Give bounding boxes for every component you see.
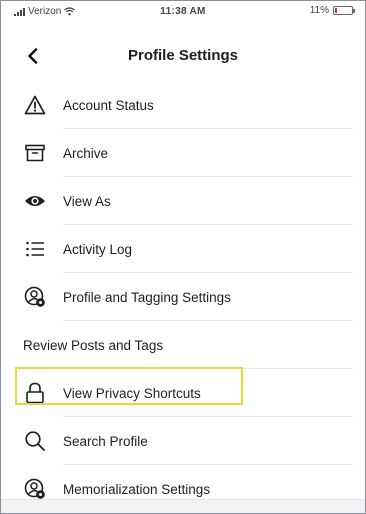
menu-item-profile-tagging-settings[interactable]: Profile and Tagging Settings <box>1 273 365 321</box>
lock-icon <box>23 381 47 405</box>
menu-item-label: Search Profile <box>63 433 148 449</box>
menu-item-search-profile[interactable]: Search Profile <box>1 417 365 465</box>
status-bar: Verizon 11:38 AM 11% <box>1 1 365 23</box>
menu-item-activity-log[interactable]: Activity Log <box>1 225 365 273</box>
battery-icon <box>333 6 355 15</box>
menu-item-label: Review Posts and Tags <box>23 337 164 353</box>
menu-item-view-as[interactable]: View As <box>1 177 365 225</box>
list-icon <box>23 237 47 261</box>
menu-item-label: View Privacy Shortcuts <box>63 385 201 401</box>
chevron-left-icon <box>28 48 38 64</box>
menu-item-archive[interactable]: Archive <box>1 129 365 177</box>
page-title: Profile Settings <box>127 47 239 64</box>
settings-menu: Account Status Archive View As Activity … <box>1 81 365 513</box>
archive-box-icon <box>23 141 47 165</box>
status-right: 11% <box>309 5 355 16</box>
menu-item-review-posts-tags[interactable]: Review Posts and Tags <box>1 321 365 369</box>
menu-item-label: View As <box>63 193 111 209</box>
menu-item-label: Activity Log <box>63 241 133 257</box>
warning-triangle-icon <box>23 93 47 117</box>
bottom-margin <box>1 499 365 513</box>
menu-item-view-privacy-shortcuts[interactable]: View Privacy Shortcuts <box>1 369 365 417</box>
user-gear-icon <box>23 285 47 309</box>
menu-item-label: Archive <box>63 145 109 161</box>
menu-item-account-status[interactable]: Account Status <box>1 81 365 129</box>
menu-item-label: Account Status <box>63 97 154 113</box>
menu-item-label: Profile and Tagging Settings <box>63 289 231 305</box>
back-button[interactable] <box>21 44 45 68</box>
navigation-bar: Profile Settings <box>1 41 365 71</box>
search-icon <box>23 429 47 453</box>
menu-item-label: Memorialization Settings <box>63 481 211 497</box>
user-gear-icon <box>23 477 47 501</box>
phone-screen: Verizon 11:38 AM 11% Profile Settings Ac… <box>0 0 366 514</box>
battery-percent: 11% <box>309 5 329 16</box>
eye-icon <box>23 189 47 213</box>
battery-level <box>335 8 337 13</box>
